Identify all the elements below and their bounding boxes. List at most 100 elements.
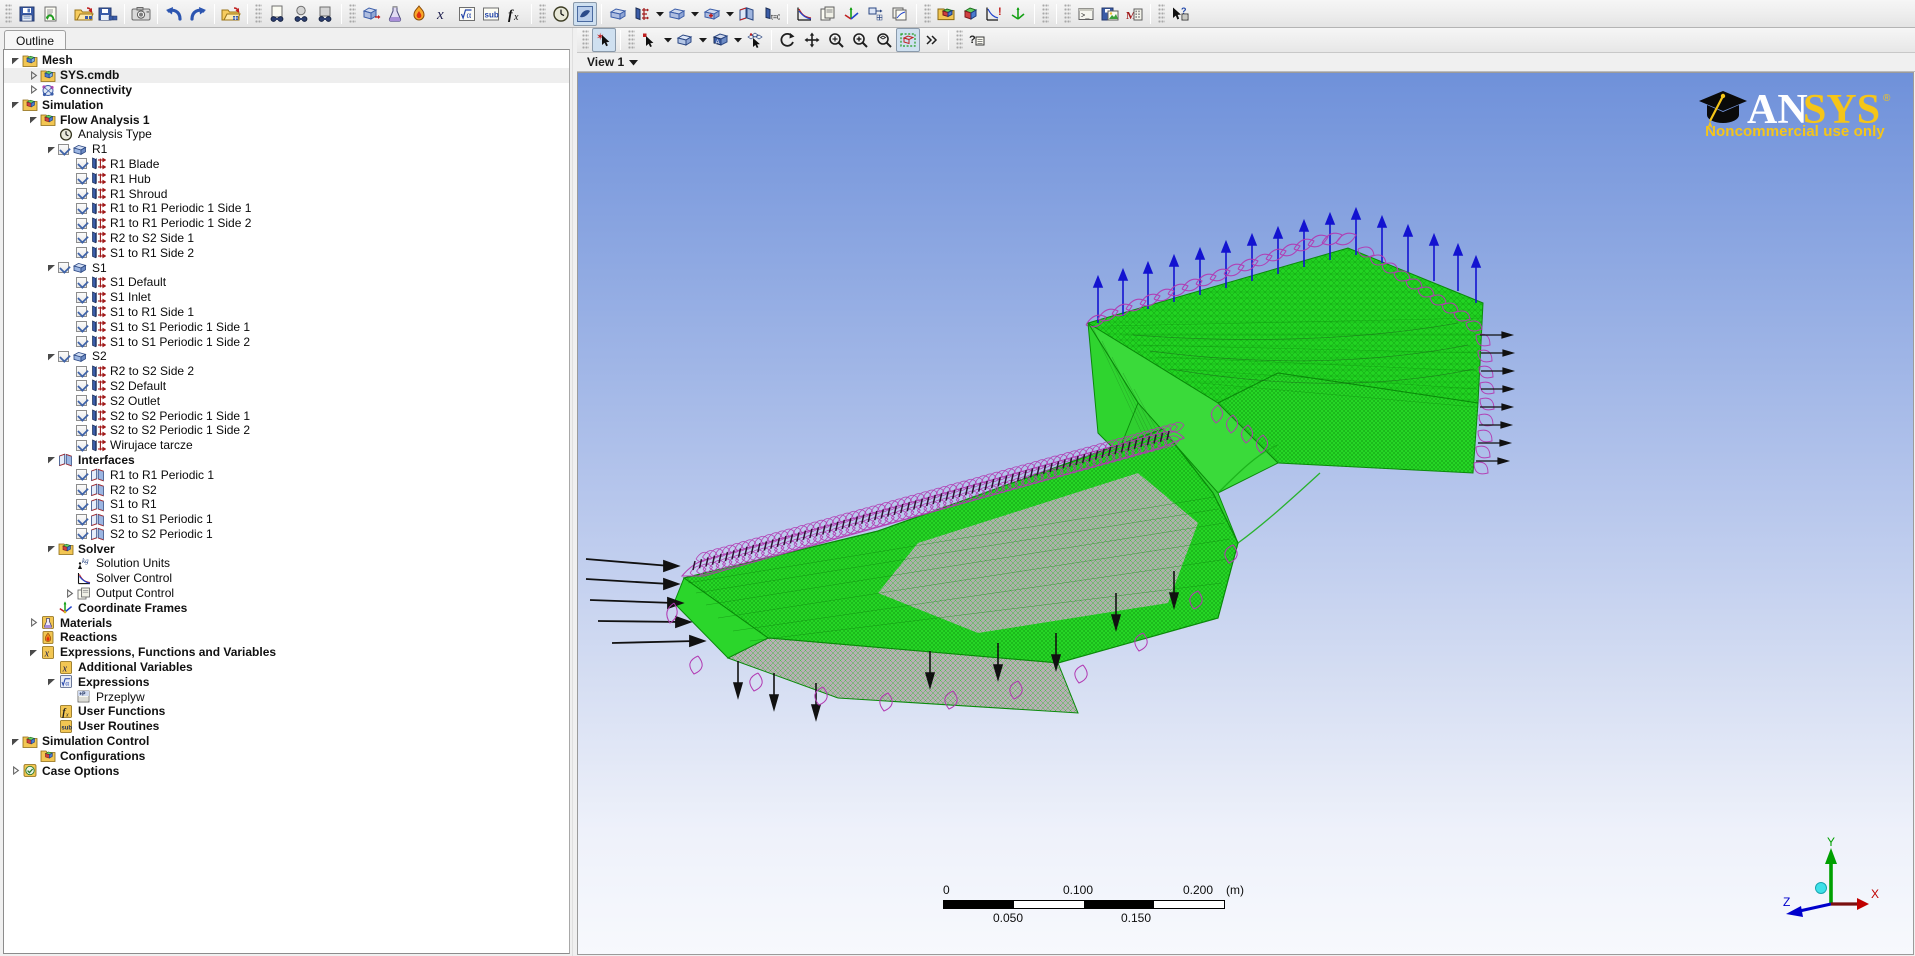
tree-item-expressions-functions-and-variables[interactable]: x Expressions, Functions and Variables bbox=[4, 645, 569, 660]
toolbar-grip[interactable] bbox=[539, 3, 546, 24]
tree-item-solver[interactable]: Solver bbox=[4, 541, 569, 556]
tree-item-checkbox[interactable] bbox=[76, 380, 87, 392]
tree-item-r1-blade[interactable]: R1 Blade bbox=[4, 157, 569, 172]
tree-expander[interactable] bbox=[62, 586, 76, 600]
tree-item-checkbox[interactable] bbox=[76, 306, 87, 318]
tree-item-checkbox[interactable] bbox=[76, 424, 87, 436]
tree-item-simulation-control[interactable]: Simulation Control bbox=[4, 734, 569, 749]
tree-item-r1-to-r1-periodic-1-side-1[interactable]: R1 to R1 Periodic 1 Side 1 bbox=[4, 201, 569, 216]
output-control-button[interactable] bbox=[816, 2, 840, 26]
tree-item-s1-default[interactable]: S1 Default bbox=[4, 275, 569, 290]
tree-item-r1-to-r1-periodic-1-side-2[interactable]: R1 to R1 Periodic 1 Side 2 bbox=[4, 216, 569, 231]
tree-item-r2-to-s2[interactable]: R2 to S2 bbox=[4, 482, 569, 497]
tree-item-configurations[interactable]: Configurations bbox=[4, 748, 569, 763]
mesh-adaption-button[interactable] bbox=[864, 2, 888, 26]
user-routine-button[interactable]: sub bbox=[479, 2, 503, 26]
tree-item-s1[interactable]: S1 bbox=[4, 260, 569, 275]
expression-button[interactable]: α bbox=[455, 2, 479, 26]
toolbar-grip[interactable] bbox=[628, 30, 635, 50]
predefined-view-button[interactable] bbox=[896, 28, 920, 52]
source-point-button[interactable] bbox=[700, 2, 724, 26]
tree-item-output-control[interactable]: Output Control bbox=[4, 586, 569, 601]
write-solver-file-button[interactable] bbox=[1006, 2, 1030, 26]
tree-item-s2-outlet[interactable]: S2 Outlet bbox=[4, 393, 569, 408]
tree-item-simulation[interactable]: Simulation bbox=[4, 97, 569, 112]
command-editor-button[interactable]: >_ bbox=[1074, 2, 1098, 26]
tree-expander[interactable] bbox=[44, 542, 58, 556]
tree-item-s2-to-s2-periodic-1-side-2[interactable]: S2 to S2 Periodic 1 Side 2 bbox=[4, 423, 569, 438]
tree-item-checkbox[interactable] bbox=[76, 513, 87, 525]
tree-item-flow-analysis-1[interactable]: Flow Analysis 1 bbox=[4, 112, 569, 127]
tree-item-s2-to-s2-periodic-1[interactable]: S2 to S2 Periodic 1 bbox=[4, 527, 569, 542]
solver-control-button[interactable] bbox=[792, 2, 816, 26]
tree-item-r1-hub[interactable]: R1 Hub bbox=[4, 171, 569, 186]
render-mode-button[interactable]: A bbox=[708, 28, 732, 52]
configuration-button[interactable] bbox=[888, 2, 912, 26]
select-mode-button[interactable]: ✶ bbox=[592, 28, 616, 52]
toolbar-grip[interactable] bbox=[349, 3, 356, 24]
tree-item-r1[interactable]: R1 bbox=[4, 142, 569, 157]
save-picture-button[interactable] bbox=[1098, 2, 1122, 26]
single-select-button[interactable] bbox=[673, 28, 697, 52]
tree-item-reactions[interactable]: Reactions bbox=[4, 630, 569, 645]
tree-item-checkbox[interactable] bbox=[76, 469, 87, 481]
tree-item-coordinate-frames[interactable]: Coordinate Frames bbox=[4, 600, 569, 615]
tree-item-checkbox[interactable] bbox=[76, 528, 87, 540]
tree-item-mesh[interactable]: Mesh bbox=[4, 53, 569, 68]
tree-item-s2-to-s2-periodic-1-side-1[interactable]: S2 to S2 Periodic 1 Side 1 bbox=[4, 408, 569, 423]
pan-button[interactable] bbox=[800, 28, 824, 52]
tree-item-checkbox[interactable] bbox=[76, 158, 87, 170]
tree-item-interfaces[interactable]: Interfaces bbox=[4, 453, 569, 468]
box-connector-button[interactable] bbox=[313, 2, 337, 26]
pick-mode-button[interactable] bbox=[638, 28, 662, 52]
tree-item-s1-to-s1-periodic-1-side-1[interactable]: S1 to S1 Periodic 1 Side 1 bbox=[4, 319, 569, 334]
subdomain-dropdown-arrow[interactable] bbox=[689, 2, 700, 26]
axis-triad[interactable]: Y X Z bbox=[1781, 836, 1891, 926]
tree-item-checkbox[interactable] bbox=[58, 262, 69, 274]
tree-item-checkbox[interactable] bbox=[76, 395, 87, 407]
tree-item-s1-to-s1-periodic-1-side-2[interactable]: S1 to S1 Periodic 1 Side 2 bbox=[4, 334, 569, 349]
turbo-mode-button[interactable] bbox=[573, 1, 597, 26]
render-mode-dropdown-arrow[interactable] bbox=[732, 28, 743, 52]
tree-item-case-options[interactable]: Case Options bbox=[4, 763, 569, 778]
toolbar-grip[interactable] bbox=[924, 3, 931, 24]
tree-item-checkbox[interactable] bbox=[76, 336, 87, 348]
tree-item-s2-default[interactable]: S2 Default bbox=[4, 379, 569, 394]
toolbar-grip[interactable] bbox=[255, 3, 262, 24]
boundary-button[interactable] bbox=[630, 2, 654, 26]
tree-expander[interactable] bbox=[26, 83, 40, 97]
tree-item-s2[interactable]: S2 bbox=[4, 349, 569, 364]
tree-item-checkbox[interactable] bbox=[76, 439, 87, 451]
tree-item-checkbox[interactable] bbox=[76, 202, 87, 214]
report-button[interactable]: M bbox=[1122, 2, 1146, 26]
define-run-button[interactable]: ! bbox=[982, 2, 1006, 26]
tree-expander[interactable] bbox=[8, 98, 22, 112]
3d-viewport[interactable]: AN SYS ® Noncommercial use only 0 0.100 … bbox=[577, 72, 1914, 955]
tree-item-checkbox[interactable] bbox=[76, 291, 87, 303]
tree-item-s1-to-r1-side-1[interactable]: S1 to R1 Side 1 bbox=[4, 305, 569, 320]
tree-item-checkbox[interactable] bbox=[76, 321, 87, 333]
user-function-button[interactable]: f x bbox=[503, 2, 527, 26]
tree-item-r1-to-r1-periodic-1[interactable]: R1 to R1 Periodic 1 bbox=[4, 467, 569, 482]
redo-button[interactable] bbox=[186, 2, 210, 26]
tree-item-solution-units[interactable]: kg Solution Units bbox=[4, 556, 569, 571]
tree-expander[interactable] bbox=[44, 261, 58, 275]
open-definition-button[interactable] bbox=[219, 2, 243, 26]
view-tab-label[interactable]: View 1 bbox=[587, 55, 624, 69]
tree-item-checkbox[interactable] bbox=[76, 247, 87, 259]
zoom-in-button[interactable] bbox=[848, 28, 872, 52]
toolbar-overflow-button[interactable] bbox=[920, 28, 944, 52]
tree-item-checkbox[interactable] bbox=[58, 350, 69, 362]
tree-item-s1-to-r1-side-2[interactable]: S1 to R1 Side 2 bbox=[4, 245, 569, 260]
simulation-button[interactable] bbox=[958, 2, 982, 26]
analysis-type-button[interactable] bbox=[549, 2, 573, 26]
tree-item-checkbox[interactable] bbox=[76, 498, 87, 510]
tree-item-user-functions[interactable]: f x User Functions bbox=[4, 704, 569, 719]
tree-item-solver-control[interactable]: Solver Control bbox=[4, 571, 569, 586]
tree-item-analysis-type[interactable]: Analysis Type bbox=[4, 127, 569, 142]
chevron-down-icon[interactable] bbox=[629, 59, 639, 66]
tab-outline[interactable]: Outline bbox=[4, 30, 67, 49]
tree-item-sys-cmdb[interactable]: SYS.cmdb bbox=[4, 67, 569, 83]
tree-item-przeplyw[interactable]: +P Przeplyw bbox=[4, 689, 569, 704]
viewer-help-button[interactable]: ? bbox=[966, 28, 990, 52]
